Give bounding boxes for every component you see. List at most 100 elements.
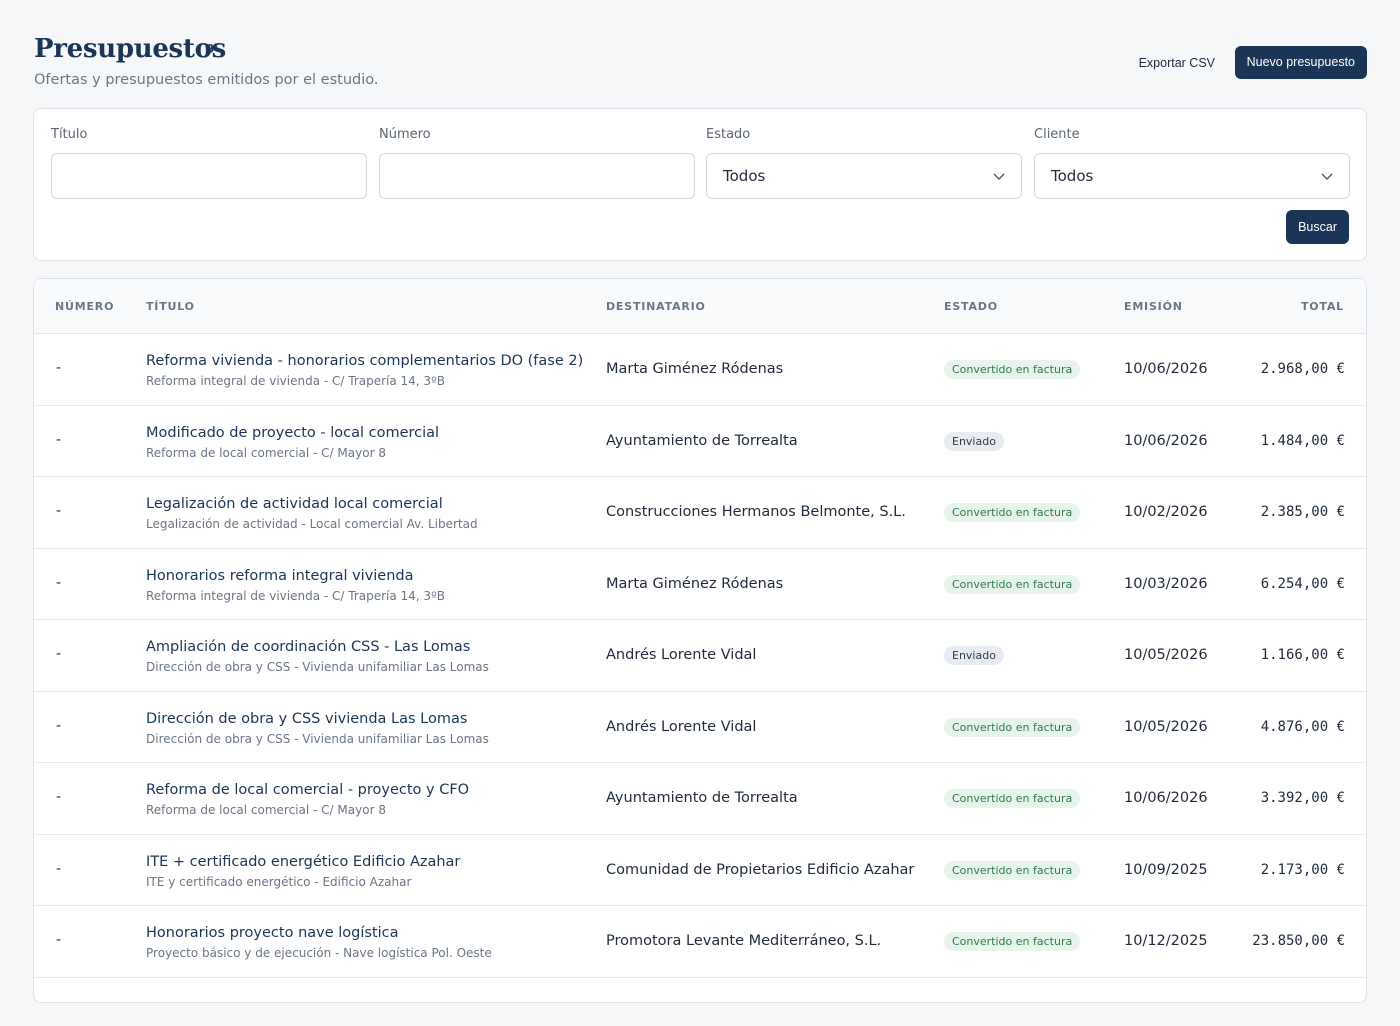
row-number: - (56, 431, 62, 448)
row-number: - (56, 360, 62, 376)
row-project: Reforma de local comercial - C/ Mayor 8 (146, 445, 386, 460)
row-title-link[interactable]: Legalización de actividad local comercia… (146, 496, 443, 512)
column-header-title[interactable]: TÍTULO (146, 300, 195, 313)
row-recipient: Ayuntamiento de Torrealta (606, 790, 798, 806)
row-total: 2.173,00 € (1260, 861, 1345, 878)
status-select[interactable]: Todos (706, 153, 1022, 199)
table-row[interactable]: - Dirección de obra y CSS vivienda Las Lo… (34, 692, 1366, 763)
row-project: Reforma integral de vivienda - C/ Traper… (146, 588, 445, 603)
export-csv-button[interactable]: Exportar CSV (1139, 48, 1215, 78)
client-filter-label: Cliente (1034, 127, 1080, 142)
row-project: ITE y certificado energético - Edificio … (146, 874, 412, 889)
row-project: Reforma de local comercial - C/ Mayor 8 (146, 803, 386, 817)
title-filter-label: Título (51, 127, 88, 142)
status-badge: Convertido en factura (944, 860, 1081, 880)
row-date: 10/09/2025 (1124, 861, 1208, 878)
row-number: - (56, 789, 62, 805)
table-row[interactable]: - Reforma de local comercial - proyecto y… (34, 763, 1366, 835)
row-project: Proyecto básico y de ejecución - Nave lo… (146, 946, 492, 960)
row-total: 23.850,00 € (1252, 933, 1345, 949)
row-total: 1.166,00 € (1260, 647, 1345, 663)
client-select-value: Todos (1051, 167, 1094, 185)
row-recipient: Construcciones Hermanos Belmonte, S.L. (606, 504, 906, 520)
status-select-value: Todos (723, 167, 766, 185)
title-filter-input[interactable] (51, 153, 367, 199)
row-recipient: Marta Giménez Ródenas (606, 361, 784, 377)
row-date: 10/05/2026 (1124, 647, 1208, 663)
status-badge: Convertido en factura (944, 574, 1081, 594)
row-total: 2.385,00 € (1260, 504, 1345, 520)
client-filter: Cliente Todos (1034, 127, 1350, 199)
status-badge: Convertido en factura (944, 932, 1081, 951)
table-row[interactable]: - Reforma vivienda - honorarios complemen… (34, 334, 1366, 406)
status-filter: Estado Todos (706, 127, 1022, 199)
row-recipient: Andrés Lorente Vidal (606, 647, 757, 663)
budgets-table: NÚMERO TÍTULO DESTINATARIO ESTADO EMISIÓ… (33, 278, 1367, 1003)
column-header-recipient[interactable]: DESTINATARIO (606, 300, 706, 313)
status-badge: Convertido en factura (944, 503, 1081, 522)
row-date: 10/06/2026 (1124, 361, 1208, 377)
row-date: 10/05/2026 (1124, 718, 1208, 735)
filters-panel: Título Número Estado Todos Cliente Todos… (33, 108, 1367, 261)
row-date: 10/12/2025 (1124, 933, 1208, 949)
row-title-link[interactable]: Reforma de local comercial - proyecto y … (146, 782, 469, 798)
table-row[interactable]: - ITE + certificado energético Edificio A… (34, 835, 1366, 906)
row-title-link[interactable]: Reforma vivienda - honorarios complement… (146, 353, 583, 369)
column-header-number[interactable]: NÚMERO (55, 300, 114, 313)
row-title-link[interactable]: Ampliación de coordinación CSS - Las Lom… (146, 639, 470, 655)
page-title: Presupuestos (34, 34, 226, 64)
column-header-issued[interactable]: EMISIÓN (1124, 300, 1183, 313)
table-header: NÚMERO TÍTULO DESTINATARIO ESTADO EMISIÓ… (34, 279, 1366, 334)
row-number: - (56, 503, 62, 519)
row-date: 10/03/2026 (1124, 575, 1208, 592)
row-total: 1.484,00 € (1260, 432, 1345, 449)
row-number: - (56, 574, 62, 591)
row-number: - (56, 932, 62, 948)
row-total: 2.968,00 € (1260, 361, 1345, 377)
row-title-link[interactable]: Honorarios reforma integral vivienda (146, 568, 414, 584)
status-badge: Convertido en factura (944, 789, 1081, 808)
row-recipient: Andrés Lorente Vidal (606, 718, 757, 735)
row-number: - (56, 717, 62, 734)
row-title-link[interactable]: Honorarios proyecto nave logística (146, 925, 399, 941)
column-header-status[interactable]: ESTADO (944, 300, 998, 313)
status-filter-label: Estado (706, 127, 751, 142)
row-recipient: Comunidad de Propietarios Edificio Azaha… (606, 861, 915, 878)
new-budget-button[interactable]: Nuevo presupuesto (1234, 46, 1367, 79)
row-date: 10/06/2026 (1124, 790, 1208, 806)
table-row[interactable]: - Legalización de actividad local comerci… (34, 477, 1366, 549)
row-date: 10/06/2026 (1124, 432, 1208, 449)
search-button[interactable]: Buscar (1286, 210, 1349, 244)
page-header: Presupuestos 9 Ofertas y presupuestos em… (34, 34, 1367, 94)
row-recipient: Marta Giménez Ródenas (606, 575, 784, 592)
status-badge: Convertido en factura (944, 717, 1081, 737)
number-filter-input[interactable] (379, 153, 695, 199)
row-title-link[interactable]: Dirección de obra y CSS vivienda Las Lom… (146, 711, 467, 727)
row-total: 4.876,00 € (1260, 718, 1345, 735)
row-total: 6.254,00 € (1260, 575, 1345, 592)
row-project: Reforma integral de vivienda - C/ Traper… (146, 374, 445, 388)
count-badge: 9 (206, 42, 215, 56)
number-filter: Número (379, 127, 695, 199)
row-recipient: Ayuntamiento de Torrealta (606, 432, 798, 449)
table-row[interactable]: - Modificado de proyecto - local comercia… (34, 406, 1366, 477)
title-filter: Título (51, 127, 367, 199)
table-row[interactable]: - Ampliación de coordinación CSS - Las Lo… (34, 620, 1366, 692)
table-row[interactable]: - Honorarios proyecto nave logística Proye… (34, 906, 1366, 978)
row-title-link[interactable]: Modificado de proyecto - local comercial (146, 425, 439, 441)
status-badge: Enviado (944, 646, 1004, 665)
row-project: Legalización de actividad - Local comerc… (146, 517, 478, 531)
status-badge: Enviado (944, 431, 1004, 451)
number-filter-label: Número (379, 127, 431, 142)
row-number: - (56, 646, 62, 662)
page-subtitle: Ofertas y presupuestos emitidos por el e… (34, 72, 379, 88)
status-badge: Convertido en factura (944, 360, 1081, 379)
row-project: Dirección de obra y CSS - Vivienda unifa… (146, 731, 489, 746)
row-project: Dirección de obra y CSS - Vivienda unifa… (146, 660, 489, 674)
chevron-down-icon (993, 173, 1005, 180)
table-row[interactable]: - Honorarios reforma integral vivienda Ref… (34, 549, 1366, 620)
column-header-total[interactable]: TOTAL (1301, 300, 1344, 313)
row-title-link[interactable]: ITE + certificado energético Edificio Az… (146, 854, 460, 870)
client-select[interactable]: Todos (1034, 153, 1350, 199)
row-date: 10/02/2026 (1124, 504, 1208, 520)
